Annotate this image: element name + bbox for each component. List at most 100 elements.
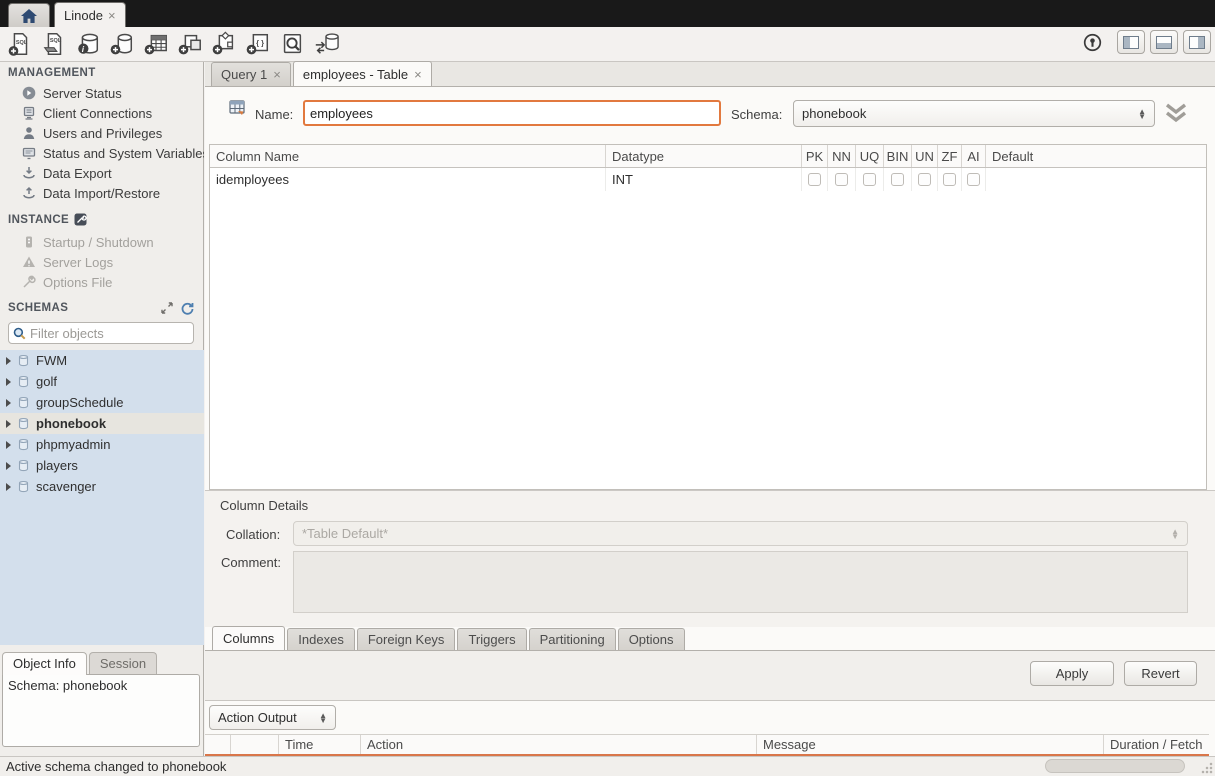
toggle-sidebar-button[interactable]: [1117, 30, 1145, 54]
header-bin[interactable]: BIN: [884, 145, 912, 167]
output-header-action[interactable]: Action: [361, 735, 757, 754]
sidebar-item-startup-shutdown[interactable]: Startup / Shutdown: [0, 232, 204, 252]
schema-item-scavenger[interactable]: scavenger: [0, 476, 204, 497]
home-tab[interactable]: [8, 3, 50, 27]
ai-checkbox[interactable]: [967, 173, 980, 186]
sidebar-item-server-status[interactable]: Server Status: [0, 83, 204, 103]
sidebar-item-status-system-variables[interactable]: Status and System Variables: [0, 143, 204, 163]
tab-employees-table[interactable]: employees - Table ×: [293, 61, 432, 86]
cell-default[interactable]: [986, 168, 1206, 191]
un-checkbox[interactable]: [918, 173, 931, 186]
expand-arrow-icon[interactable]: [6, 420, 11, 428]
tab-indexes[interactable]: Indexes: [287, 628, 355, 650]
sidebar-item-users-privileges[interactable]: Users and Privileges: [0, 123, 204, 143]
table-row[interactable]: idemployees INT: [210, 168, 1206, 191]
header-ai[interactable]: AI: [962, 145, 986, 167]
sidebar-item-data-import[interactable]: Data Import/Restore: [0, 183, 204, 203]
schema-item-players[interactable]: players: [0, 455, 204, 476]
output-selector[interactable]: Action Output ▲▼: [209, 705, 336, 730]
schema-item-phpmyadmin[interactable]: phpmyadmin: [0, 434, 204, 455]
zf-checkbox[interactable]: [943, 173, 956, 186]
uq-checkbox[interactable]: [863, 173, 876, 186]
expand-arrow-icon[interactable]: [6, 441, 11, 449]
create-function-icon[interactable]: { }: [244, 31, 271, 58]
output-header-time[interactable]: Time: [279, 735, 361, 754]
sidebar-item-options-file[interactable]: Options File: [0, 272, 204, 292]
pk-checkbox[interactable]: [808, 173, 821, 186]
db-inspect-icon[interactable]: i: [74, 31, 101, 58]
toggle-output-panel-button[interactable]: [1150, 30, 1178, 54]
horizontal-scrollbar-thumb[interactable]: [1045, 759, 1185, 773]
expand-arrow-icon[interactable]: [6, 462, 11, 470]
close-tab-icon[interactable]: ×: [108, 8, 116, 23]
tab-object-info[interactable]: Object Info: [2, 652, 87, 675]
header-pk[interactable]: PK: [802, 145, 828, 167]
expand-arrow-icon[interactable]: [6, 357, 11, 365]
cell-column-name[interactable]: idemployees: [210, 168, 606, 191]
header-uq[interactable]: UQ: [856, 145, 884, 167]
create-schema-icon[interactable]: [108, 31, 135, 58]
schema-icon: [17, 480, 30, 493]
table-editor-header: Name: Schema: phonebook ▲▼: [205, 87, 1215, 144]
tab-triggers[interactable]: Triggers: [457, 628, 526, 650]
open-sql-script-icon[interactable]: SQL: [40, 31, 67, 58]
instance-wrench-icon: [74, 213, 87, 226]
data-export-icon: [22, 166, 36, 180]
table-name-input[interactable]: [303, 100, 721, 126]
schema-icon: [17, 396, 30, 409]
expand-arrow-icon[interactable]: [6, 483, 11, 491]
tab-foreign-keys[interactable]: Foreign Keys: [357, 628, 456, 650]
comment-textarea[interactable]: [293, 551, 1188, 613]
resize-grip[interactable]: [1201, 762, 1213, 774]
header-column-name[interactable]: Column Name: [210, 145, 606, 167]
create-view-icon[interactable]: [176, 31, 203, 58]
expand-options-icon[interactable]: [1163, 101, 1189, 125]
svg-text:SQL: SQL: [15, 40, 27, 46]
nn-checkbox[interactable]: [835, 173, 848, 186]
editor-subtabs: Columns Indexes Foreign Keys Triggers Pa…: [205, 627, 1215, 651]
tab-session[interactable]: Session: [89, 652, 157, 675]
refresh-schemas-icon[interactable]: [181, 302, 194, 315]
close-tab-icon[interactable]: ×: [414, 67, 422, 82]
output-header-duration[interactable]: Duration / Fetch: [1104, 735, 1209, 754]
sidebar-item-data-export[interactable]: Data Export: [0, 163, 204, 183]
header-nn[interactable]: NN: [828, 145, 856, 167]
header-default[interactable]: Default: [986, 145, 1206, 167]
apply-button[interactable]: Apply: [1030, 661, 1114, 686]
cell-datatype[interactable]: INT: [606, 168, 802, 191]
schema-item-phonebook[interactable]: phonebook: [0, 413, 204, 434]
bin-checkbox[interactable]: [891, 173, 904, 186]
revert-button[interactable]: Revert: [1124, 661, 1197, 686]
schema-item-golf[interactable]: golf: [0, 371, 204, 392]
tab-partitioning[interactable]: Partitioning: [529, 628, 616, 650]
create-procedure-icon[interactable]: [210, 31, 237, 58]
schema-item-fwm[interactable]: FWM: [0, 350, 204, 371]
sidebar-item-client-connections[interactable]: Client Connections: [0, 103, 204, 123]
tab-columns[interactable]: Columns: [212, 626, 285, 650]
header-datatype[interactable]: Datatype: [606, 145, 802, 167]
expand-schemas-icon[interactable]: [161, 302, 173, 315]
create-table-icon[interactable]: [142, 31, 169, 58]
tab-query-1[interactable]: Query 1 ×: [211, 62, 291, 86]
header-un[interactable]: UN: [912, 145, 938, 167]
schema-filter-input[interactable]: [30, 326, 206, 341]
sidebar-item-server-logs[interactable]: Server Logs: [0, 252, 204, 272]
schema-item-groupschedule[interactable]: groupSchedule: [0, 392, 204, 413]
connection-security-icon[interactable]: [1080, 30, 1104, 54]
connection-tab[interactable]: Linode ×: [54, 2, 126, 27]
navigator-sidebar: MANAGEMENT Server Status Client Connecti…: [0, 62, 204, 756]
collation-select[interactable]: *Table Default* ▲▼: [293, 521, 1188, 546]
toggle-secondary-sidebar-button[interactable]: [1183, 30, 1211, 54]
header-zf[interactable]: ZF: [938, 145, 962, 167]
reconnect-db-icon[interactable]: [312, 31, 339, 58]
search-data-icon[interactable]: [278, 31, 305, 58]
schema-select[interactable]: phonebook ▲▼: [793, 100, 1155, 127]
new-query-tab-icon[interactable]: SQL: [6, 31, 33, 58]
close-tab-icon[interactable]: ×: [273, 67, 281, 82]
expand-arrow-icon[interactable]: [6, 378, 11, 386]
output-header-message[interactable]: Message: [757, 735, 1104, 754]
expand-arrow-icon[interactable]: [6, 399, 11, 407]
window-titlebar: Linode ×: [0, 0, 1215, 27]
svg-text:SQL: SQL: [49, 38, 61, 44]
tab-options[interactable]: Options: [618, 628, 685, 650]
